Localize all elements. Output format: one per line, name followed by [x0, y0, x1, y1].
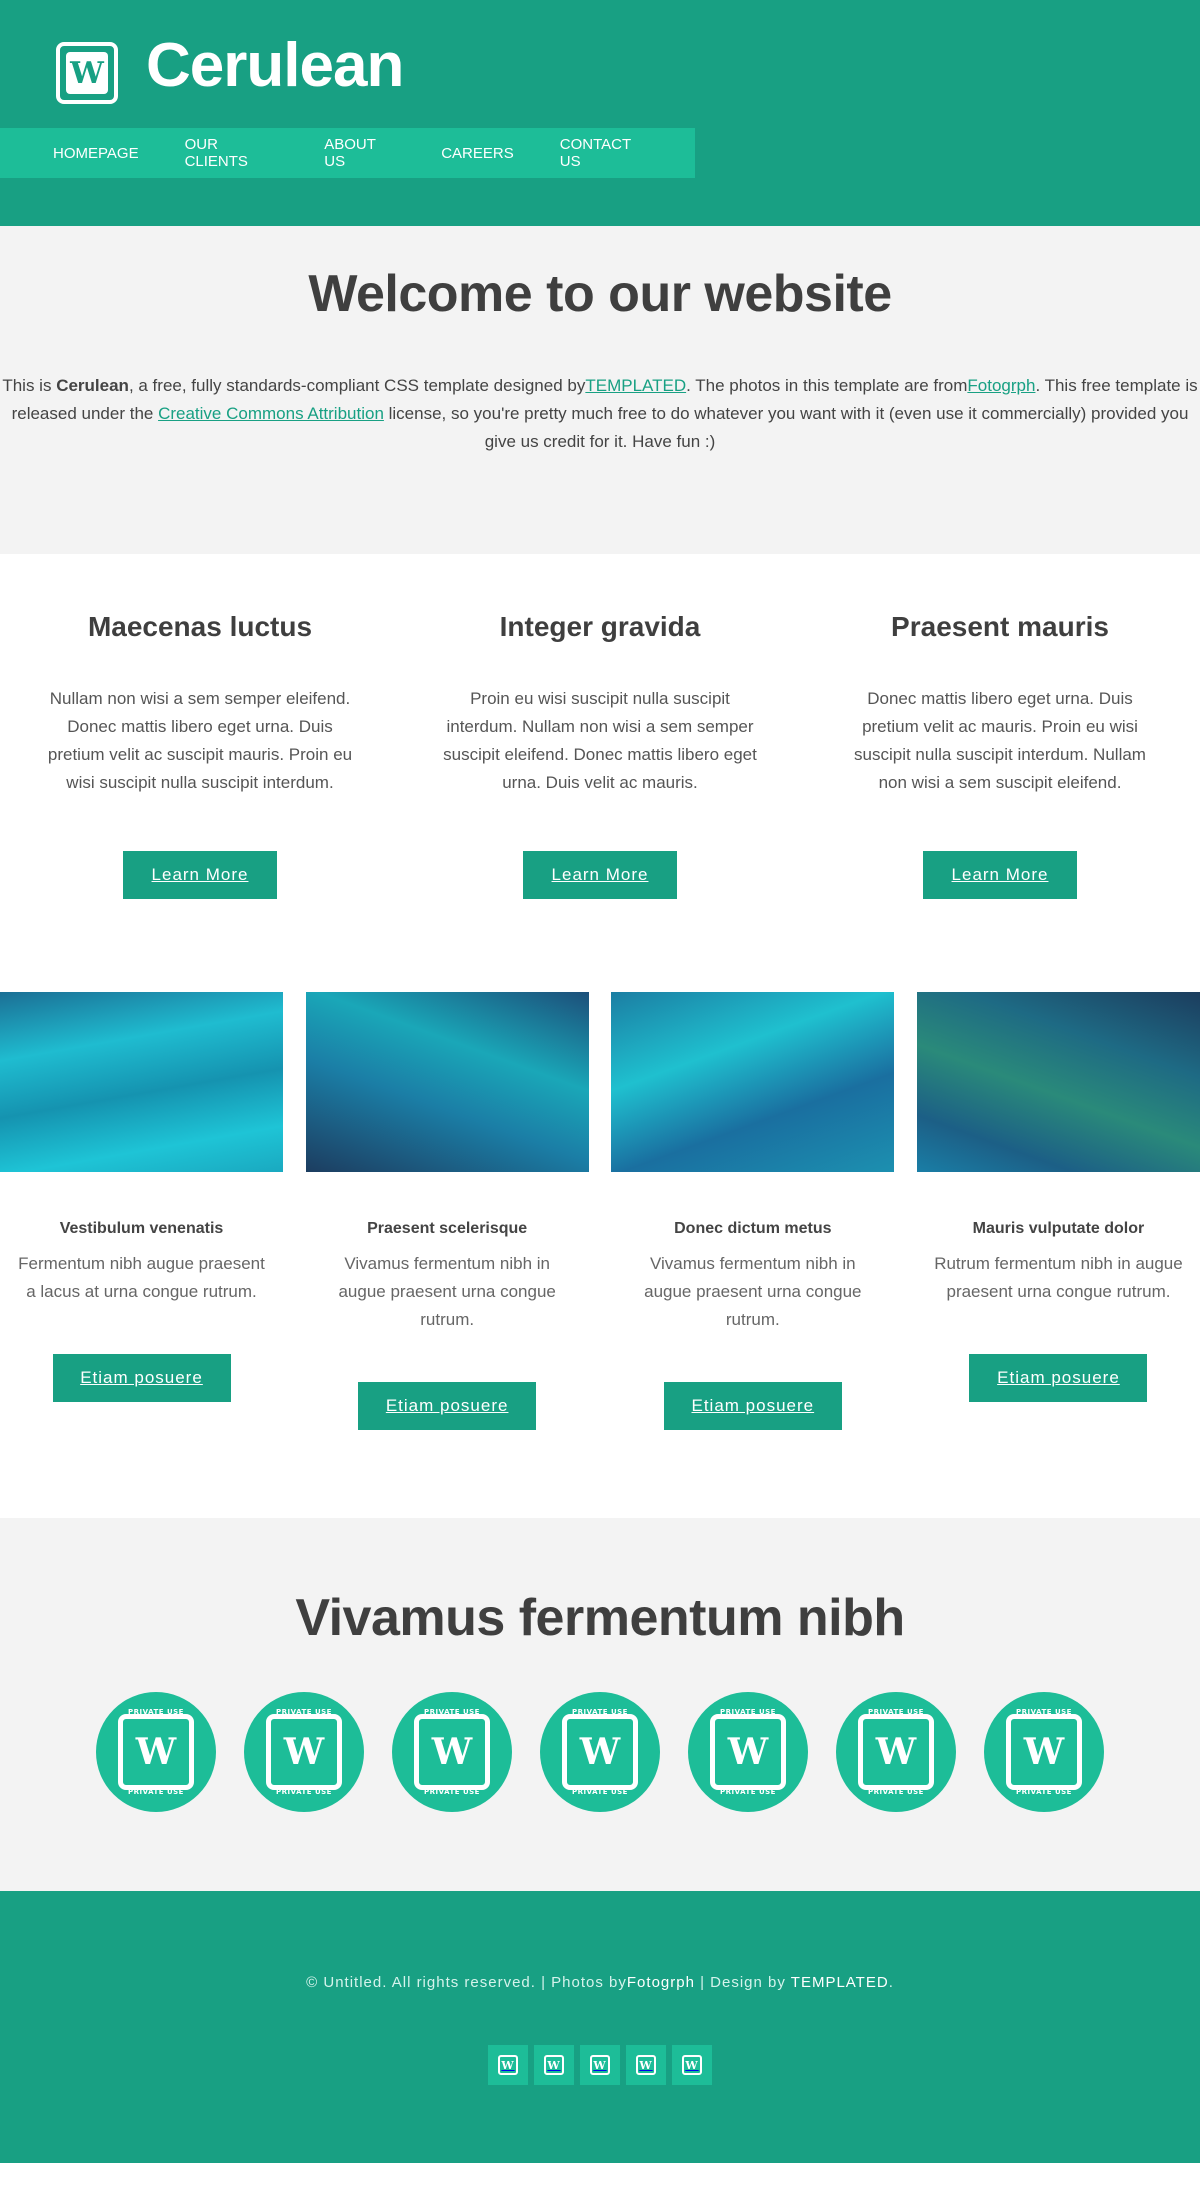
- gallery-item: Vestibulum venenatis Fermentum nibh augu…: [0, 992, 283, 1518]
- badge-label: PRIVATE USE: [128, 1708, 184, 1716]
- features-section: Maecenas luctus Nullam non wisi a sem se…: [0, 554, 1200, 992]
- learn-more-button[interactable]: Learn More: [923, 851, 1077, 899]
- etiam-posuere-button[interactable]: Etiam posuere: [52, 1354, 231, 1402]
- feature-column: Praesent mauris Donec mattis libero eget…: [800, 611, 1200, 992]
- gallery-text: Fermentum nibh augue praesent a lacus at…: [18, 1254, 265, 1301]
- copyright: © Untitled. All rights reserved. | Photo…: [306, 1974, 894, 1991]
- client-logo[interactable]: W PRIVATE USE PRIVATE USE: [836, 1692, 956, 1812]
- site-footer: © Untitled. All rights reserved. | Photo…: [0, 1891, 1200, 2163]
- gallery-image[interactable]: [0, 992, 283, 1172]
- logo[interactable]: W: [56, 42, 118, 104]
- client-badge-icon: W PRIVATE USE PRIVATE USE: [1006, 1708, 1082, 1796]
- badge-label: PRIVATE USE: [1016, 1788, 1072, 1796]
- etiam-posuere-button[interactable]: Etiam posuere: [969, 1354, 1148, 1402]
- client-badge-icon: W PRIVATE USE PRIVATE USE: [858, 1708, 934, 1796]
- client-badge-icon: W PRIVATE USE PRIVATE USE: [414, 1708, 490, 1796]
- social-icons: WWWWW: [0, 2045, 1200, 2085]
- badge-label: PRIVATE USE: [868, 1708, 924, 1716]
- badge-label: PRIVATE USE: [128, 1788, 184, 1796]
- gallery-item: Donec dictum metus Vivamus fermentum nib…: [611, 992, 895, 1518]
- gallery-section: Vestibulum venenatis Fermentum nibh augu…: [0, 992, 1200, 1518]
- welcome-section: Welcome to our website This is Cerulean,…: [0, 226, 1200, 554]
- feature-text: Proin eu wisi suscipit nulla suscipit in…: [443, 689, 757, 792]
- feature-title: Maecenas luctus: [87, 611, 313, 642]
- feature-column: Integer gravida Proin eu wisi suscipit n…: [400, 611, 800, 992]
- clients-section: Vivamus fermentum nibh W PRIVATE USE PRIVA…: [0, 1518, 1200, 1891]
- social-link[interactable]: W: [534, 2045, 574, 2085]
- gallery-image[interactable]: [305, 992, 589, 1172]
- badge-label: PRIVATE USE: [1016, 1708, 1072, 1716]
- badge-label: PRIVATE USE: [868, 1788, 924, 1796]
- feature-column: Maecenas luctus Nullam non wisi a sem se…: [0, 611, 400, 992]
- social-link[interactable]: W: [626, 2045, 666, 2085]
- social-icon: W: [682, 2055, 702, 2075]
- feature-text: Donec mattis libero eget urna. Duis pret…: [854, 689, 1146, 792]
- etiam-posuere-button[interactable]: Etiam posuere: [358, 1382, 537, 1430]
- client-logo[interactable]: W PRIVATE USE PRIVATE USE: [984, 1692, 1104, 1812]
- welcome-title: Welcome to our website: [308, 265, 892, 323]
- badge-label: PRIVATE USE: [572, 1708, 628, 1716]
- gallery-title: Vestibulum venenatis: [59, 1220, 224, 1237]
- nav-our-clients[interactable]: OUR CLIENTS: [185, 136, 279, 170]
- social-icon: W: [498, 2055, 518, 2075]
- client-logo[interactable]: W PRIVATE USE PRIVATE USE: [244, 1692, 364, 1812]
- client-badge-icon: W PRIVATE USE PRIVATE USE: [710, 1708, 786, 1796]
- client-logos: W PRIVATE USE PRIVATE USE W PRIVATE USE PRIVA…: [0, 1692, 1200, 1812]
- feature-title: Praesent mauris: [891, 611, 1109, 642]
- nav-contact-us[interactable]: CONTACT US: [560, 136, 649, 170]
- learn-more-button[interactable]: Learn More: [523, 851, 677, 899]
- badge-label: PRIVATE USE: [424, 1788, 480, 1796]
- footer-templated-link[interactable]: TEMPLATED: [791, 1974, 889, 1991]
- site-header: W Cerulean HOMEPAGE OUR CLIENTS ABOUT US…: [0, 0, 1200, 226]
- welcome-text: This is Cerulean, a free, fully standard…: [2, 376, 1198, 451]
- client-logo[interactable]: W PRIVATE USE PRIVATE USE: [96, 1692, 216, 1812]
- footer-fotogrph-link[interactable]: Fotogrph: [627, 1974, 695, 1991]
- gallery-title: Donec dictum metus: [674, 1220, 832, 1237]
- creative-commons-link[interactable]: Creative Commons Attribution: [158, 404, 384, 423]
- logo-icon: W: [66, 52, 108, 94]
- learn-more-button[interactable]: Learn More: [123, 851, 277, 899]
- social-icon: W: [544, 2055, 564, 2075]
- feature-text: Nullam non wisi a sem semper eleifend. D…: [47, 689, 353, 792]
- templated-link[interactable]: TEMPLATED: [585, 376, 686, 395]
- social-link[interactable]: W: [488, 2045, 528, 2085]
- nav-about-us[interactable]: ABOUT US: [324, 136, 395, 170]
- badge-label: PRIVATE USE: [424, 1708, 480, 1716]
- gallery-item: Praesent scelerisque Vivamus fermentum n…: [305, 992, 589, 1518]
- nav-careers[interactable]: CAREERS: [441, 145, 514, 162]
- social-link[interactable]: W: [672, 2045, 712, 2085]
- gallery-image[interactable]: [611, 992, 895, 1172]
- badge-label: PRIVATE USE: [572, 1788, 628, 1796]
- site-title: Cerulean: [146, 31, 404, 100]
- etiam-posuere-button[interactable]: Etiam posuere: [663, 1382, 842, 1430]
- social-icon: W: [590, 2055, 610, 2075]
- gallery-text: Vivamus fermentum nibh in augue praesent…: [644, 1254, 862, 1329]
- gallery-text: Vivamus fermentum nibh in augue praesent…: [338, 1254, 556, 1329]
- nav-homepage[interactable]: HOMEPAGE: [53, 145, 139, 162]
- badge-label: PRIVATE USE: [720, 1788, 776, 1796]
- client-logo[interactable]: W PRIVATE USE PRIVATE USE: [392, 1692, 512, 1812]
- client-badge-icon: W PRIVATE USE PRIVATE USE: [118, 1708, 194, 1796]
- client-badge-icon: W PRIVATE USE PRIVATE USE: [562, 1708, 638, 1796]
- badge-label: PRIVATE USE: [276, 1788, 332, 1796]
- badge-label: PRIVATE USE: [720, 1708, 776, 1716]
- social-link[interactable]: W: [580, 2045, 620, 2085]
- clients-title: Vivamus fermentum nibh: [295, 1589, 905, 1647]
- fotogrph-link[interactable]: Fotogrph: [967, 376, 1035, 395]
- social-icon: W: [636, 2055, 656, 2075]
- badge-label: PRIVATE USE: [276, 1708, 332, 1716]
- brand-name: Cerulean: [56, 376, 129, 395]
- gallery-image[interactable]: [916, 992, 1200, 1172]
- client-logo[interactable]: W PRIVATE USE PRIVATE USE: [688, 1692, 808, 1812]
- gallery-title: Praesent scelerisque: [367, 1220, 528, 1237]
- main-nav: HOMEPAGE OUR CLIENTS ABOUT US CAREERS CO…: [0, 128, 695, 178]
- gallery-text: Rutrum fermentum nibh in augue praesent …: [934, 1254, 1183, 1301]
- gallery-item: Mauris vulputate dolor Rutrum fermentum …: [916, 992, 1200, 1518]
- client-badge-icon: W PRIVATE USE PRIVATE USE: [266, 1708, 342, 1796]
- feature-title: Integer gravida: [499, 611, 701, 642]
- client-logo[interactable]: W PRIVATE USE PRIVATE USE: [540, 1692, 660, 1812]
- gallery-title: Mauris vulputate dolor: [972, 1220, 1145, 1237]
